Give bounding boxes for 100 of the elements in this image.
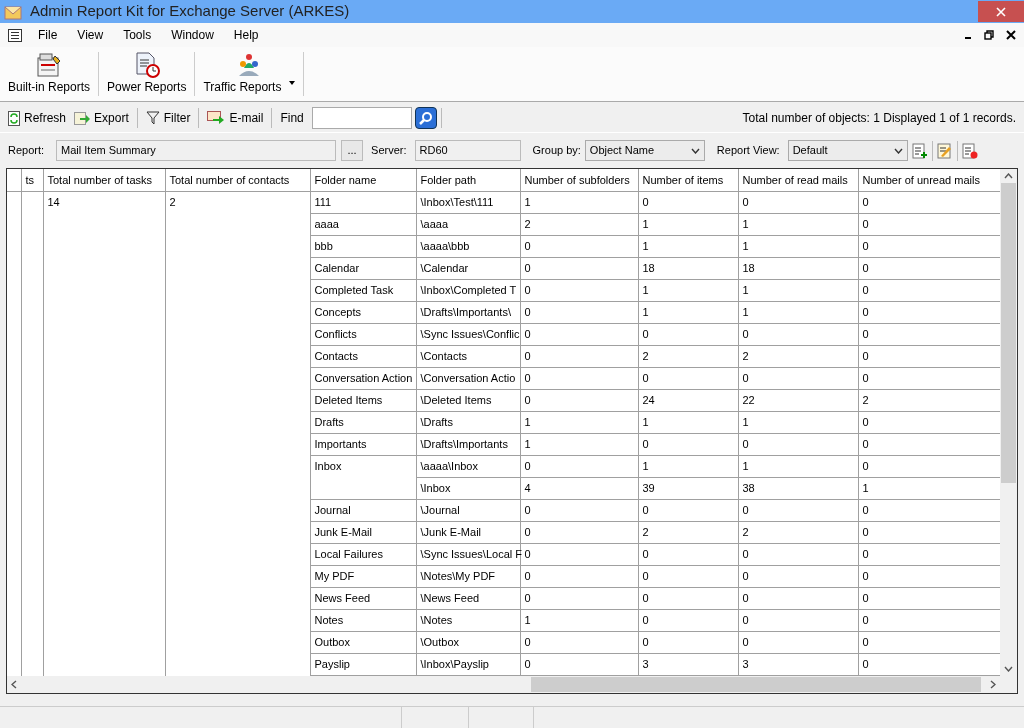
scroll-down-icon[interactable] (1004, 666, 1013, 672)
scroll-thumb[interactable] (1001, 183, 1016, 483)
export-icon (74, 111, 91, 125)
menu-item[interactable]: Window (163, 26, 222, 44)
table-cell: 0 (520, 521, 638, 543)
table-cell: Outbox (310, 631, 416, 653)
column-header[interactable]: Number of items (638, 169, 738, 191)
column-header[interactable]: Folder name (310, 169, 416, 191)
edit-list-icon[interactable] (936, 142, 953, 159)
chevron-down-icon (690, 147, 700, 154)
table-cell-text: 14 (47, 194, 61, 210)
group-by-dropdown[interactable]: Object Name (584, 140, 705, 161)
table-cell: Local Failures (310, 543, 416, 565)
window-title: Admin Report Kit for Exchange Server (ARKES) (30, 1, 350, 22)
column-header[interactable]: Total number of tasks (43, 169, 165, 191)
menu-item[interactable]: Tools (115, 26, 160, 44)
email-button[interactable]: E-mail (203, 109, 268, 127)
table-cell: 2 (520, 213, 638, 235)
toolbar-button[interactable]: Traffic Reports (199, 52, 300, 96)
table-cell: 1 (638, 411, 738, 433)
column-header[interactable]: Folder path (416, 169, 520, 191)
table-cell: Concepts (310, 301, 416, 323)
export-button[interactable]: Export (70, 109, 133, 127)
table-cell: \aaaa (416, 213, 520, 235)
scroll-left-icon[interactable] (11, 680, 17, 689)
report-field[interactable]: Mail Item Summary (56, 140, 337, 161)
add-list-icon[interactable] (911, 142, 928, 159)
table-cell: 0 (520, 257, 638, 279)
filter-button[interactable]: Filter (141, 109, 195, 127)
envelope-icon (4, 3, 22, 20)
table-cell: \Drafts\Importants (416, 433, 520, 455)
table-cell: 39 (638, 477, 738, 499)
document-clock-icon (133, 52, 160, 78)
menu-item[interactable]: View (69, 26, 112, 44)
table-cell: 0 (520, 367, 638, 389)
scroll-right-icon[interactable] (990, 680, 996, 689)
table-cell: 1 (520, 411, 638, 433)
search-button[interactable] (414, 107, 437, 129)
table-cell: \Notes\My PDF (416, 565, 520, 587)
table-cell: 3 (738, 653, 858, 675)
table-cell: \Contacts (416, 345, 520, 367)
record-count: Total number of objects: 1 Displayed 1 of 1 records. (742, 110, 1016, 127)
vertical-scrollbar[interactable] (1000, 169, 1017, 676)
column-header[interactable]: Number of subfolders (520, 169, 638, 191)
scroll-thumb[interactable] (531, 677, 981, 692)
scroll-up-icon[interactable] (1004, 173, 1013, 179)
table-cell: \Sync Issues\Conflic (416, 323, 520, 345)
restore-icon[interactable] (984, 30, 994, 40)
table-cell: 1 (738, 235, 858, 257)
table-cell: 0 (638, 587, 738, 609)
table-cell: 111 (310, 191, 416, 213)
table-cell: \Drafts (416, 411, 520, 433)
column-header[interactable]: Total number of contacts (165, 169, 310, 191)
horizontal-scrollbar[interactable] (7, 676, 1017, 693)
table-cell: \aaaa\bbb (416, 235, 520, 257)
caret-icon (289, 81, 296, 85)
table-cell: Conversation Action (310, 367, 416, 389)
table-cell: \Inbox\Payslip (416, 653, 520, 675)
column-header[interactable]: Number of unread mails (858, 169, 1000, 191)
table-cell: \aaaa\Inbox (416, 455, 520, 477)
column-header[interactable]: ts (21, 169, 43, 191)
table-cell: \News Feed (416, 587, 520, 609)
menu-item[interactable]: Help (225, 26, 267, 44)
table-cell: 0 (638, 433, 738, 455)
close-button[interactable] (978, 1, 1024, 22)
refresh-button[interactable]: Refresh (4, 109, 71, 127)
column-header[interactable]: Number of read mails (738, 169, 858, 191)
table-cell: News Feed (310, 587, 416, 609)
browse-button[interactable]: ... (341, 140, 364, 161)
table-cell: 0 (520, 389, 638, 411)
table-cell: Completed Task (310, 279, 416, 301)
table-cell: 0 (638, 543, 738, 565)
menu-item[interactable]: File (30, 26, 66, 44)
table-cell: 1 (638, 279, 738, 301)
find-field[interactable] (311, 107, 412, 129)
table-cell: Deleted Items (310, 389, 416, 411)
report-view-dropdown[interactable]: Default (787, 140, 908, 161)
refresh-icon (8, 110, 20, 126)
table-cell: 0 (638, 631, 738, 653)
table-cell: bbb (310, 235, 416, 257)
table-cell: 2 (638, 521, 738, 543)
toolbar-button[interactable]: Built-in Reports (4, 52, 95, 96)
table-cell: Calendar (310, 257, 416, 279)
table-cell: 0 (738, 631, 858, 653)
group-by-label: Group by: (532, 143, 581, 159)
table-cell: 0 (638, 565, 738, 587)
server-field[interactable]: RD60 (414, 140, 521, 161)
search-icon (418, 111, 433, 125)
table-cell: Journal (310, 499, 416, 521)
toolbar-button[interactable]: Power Reports (103, 52, 191, 96)
table-cell: 1 (638, 301, 738, 323)
table-cell: Drafts (310, 411, 416, 433)
table-cell: \Junk E-Mail (416, 521, 520, 543)
table-cell: 2 (638, 345, 738, 367)
table-cell: 0 (520, 499, 638, 521)
delete-list-icon[interactable] (961, 142, 978, 159)
close-icon[interactable] (1006, 30, 1016, 40)
table-cell: 0 (738, 565, 858, 587)
table-cell: 0 (738, 367, 858, 389)
table-cell: 0 (520, 323, 638, 345)
